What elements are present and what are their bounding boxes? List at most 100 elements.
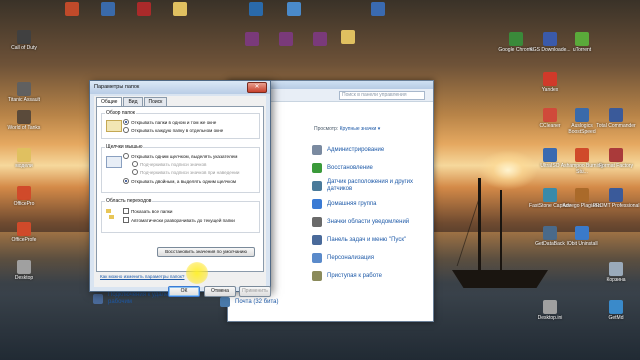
desktop-icon-officepro[interactable]: OfficePro [0,186,48,207]
radio-label: Открывать каждую папку в отдельном окне [131,127,224,133]
titanic-icon [17,82,31,96]
desktop-icon-getmd[interactable]: GetMd [592,300,640,321]
checkbox-label: Автоматически разворачивать до текущей п… [131,217,235,223]
radio-button[interactable] [123,119,129,125]
ashampoo-icon [575,148,589,162]
auslogics-icon [575,108,589,122]
folder-icon [341,30,355,44]
dialog-titlebar[interactable]: Параметры папок ✕ [90,81,270,94]
faststone-icon [543,188,557,202]
view-value[interactable]: Крупные значки ▾ [340,126,381,132]
getdataback-icon [543,226,557,240]
desktop-icon-iobit[interactable]: IObit Uninstall [558,226,606,247]
desktop-icon-label: World of Tanks [7,125,41,131]
desktop-icon-top-4[interactable] [156,2,204,17]
desktop-icon-desktop-ini[interactable]: Desktop.ini [526,300,574,321]
checkbox[interactable] [123,217,129,223]
checkbox-show-all-folders[interactable]: Показать все папки [123,208,172,214]
sensor-icon [312,181,322,191]
desktop-icon-label: GetMd [608,315,624,321]
taskbar-icon [312,235,322,245]
cp-item-label: Панель задач и меню "Пуск" [327,236,407,243]
app-icon [137,2,151,16]
cp-item-label: Датчик расположения и других датчиков [327,179,414,192]
close-icon: ✕ [254,84,260,90]
desktop-icon-officeprofe[interactable]: OfficeProfe [0,222,48,243]
homegroup-icon [312,199,322,209]
radio-button[interactable] [123,127,129,133]
group-title: Обзор папок [105,110,136,116]
radio-separate-window[interactable]: Открывать каждую папку в отдельном окне [123,127,223,133]
cancel-button[interactable]: Отмена [204,286,236,297]
getting-started-icon [312,271,322,281]
desktop-icon-label: Format Factory [599,163,633,169]
app-icon [609,300,623,314]
desktop-icon-promt[interactable]: PROMT Professional [592,188,640,209]
radio-double-click[interactable]: Открывать двойным, а выделять одним щелч… [123,178,236,184]
cp-item-recovery[interactable]: Восстановление [312,159,430,177]
group-title: Область переходов [105,198,153,204]
total-commander-icon [609,108,623,122]
folder-tree-icons [106,209,116,219]
ultraiso-icon [543,148,557,162]
desktop-icon-utorrent[interactable]: uTorrent [558,32,606,53]
cp-item-homegroup[interactable]: Домашняя группа [312,195,430,213]
radio-single-click[interactable]: Открывать одним щелчком, выделять указат… [123,153,237,159]
desktop-icon-movie[interactable] [270,2,318,17]
desktop-icon-total-commander[interactable]: Total Commander [592,108,640,129]
dialog-body: Общие Вид Поиск Обзор папок Открывать па… [94,96,271,297]
radio-label: Открывать двойным, а выделять одним щелч… [131,178,237,184]
cp-item-getting-started[interactable]: Приступая к работе [312,267,430,285]
radio-button[interactable] [123,178,129,184]
view-selector[interactable]: Просмотр: Крупные значки ▾ [314,126,380,132]
ok-button[interactable]: ОК [168,286,200,297]
boat-hull [452,270,548,288]
advego-icon [575,188,589,202]
radio-button [132,169,138,175]
cp-item-location-sensors[interactable]: Датчик расположения и других датчиков [312,177,430,195]
desktop-icon-format-factory[interactable]: Format Factory [592,148,640,169]
radio-button[interactable] [123,153,129,159]
desktop-icon-folder-top[interactable] [324,30,372,45]
photo-gallery-icon [249,2,263,16]
checkbox[interactable] [123,208,129,214]
call-of-duty-icon [17,30,31,44]
help-link[interactable]: Как можно изменить параметры папок? [100,274,184,279]
folder-icon [106,209,111,213]
desktop-icon-windows-live[interactable] [354,2,402,17]
control-panel-items: Администрирование Восстановление Датчик … [312,141,430,285]
navigation-pane-group: Область переходов Показать все папки Авт… [101,198,260,233]
administration-icon [312,145,322,155]
desktop-icon-label: Total Commander [596,123,636,129]
apply-button[interactable]: Применить [239,286,271,297]
recycle-bin-icon [609,262,623,276]
desktop-icon-models-folder[interactable]: модели [0,148,48,169]
general-tab-panel: Обзор папок Открывать папки в одном и то… [96,106,264,272]
desktop-icon-recycle-bin[interactable]: Корзина [592,262,640,283]
desktop-icon-call-of-duty[interactable]: Call of Duty [0,30,48,51]
document-icon [17,222,31,236]
close-button[interactable]: ✕ [247,82,267,93]
cp-item-personalization[interactable]: Персонализация [312,249,430,267]
radio-same-window[interactable]: Открывать папки в одном и том же окне [123,119,216,125]
click-options-group: Щелчки мышью Открывать одним щелчком, вы… [101,144,260,193]
desktop-icon-label: uTorrent [572,47,592,53]
cp-item-administration[interactable]: Администрирование [312,141,430,159]
desktop-icon-world-of-tanks[interactable]: World of Tanks [0,110,48,131]
radio-label: Открывать папки в одном и том же окне [131,119,217,125]
folder-options-dialog[interactable]: Параметры папок ✕ Общие Вид Поиск Обзор … [89,80,271,297]
cp-item-notification-icons[interactable]: Значки области уведомлений [312,213,430,231]
group-title: Щелчки мышью [105,144,144,150]
desktop-icon-label: Корзина [606,277,626,283]
folder-icon [109,215,114,219]
desktop-icon-label: Desktop.ini [537,315,563,321]
cp-item-label: Почта (32 бита) [235,298,279,305]
restore-defaults-button[interactable]: Восстановить значения по умолчанию [157,247,255,257]
desktop-icon-yandex[interactable]: Yandex [526,72,574,93]
desktop-icon-titanic[interactable]: Titanic Assault [0,82,48,103]
desktop-icon-desktop[interactable]: Desktop [0,260,48,281]
control-panel-search-input[interactable]: Поиск в панели управления [339,91,425,100]
cp-item-taskbar-start[interactable]: Панель задач и меню "Пуск" [312,231,430,249]
checkbox-auto-expand[interactable]: Автоматически разворачивать до текущей п… [123,217,235,223]
file-icon [17,260,31,274]
